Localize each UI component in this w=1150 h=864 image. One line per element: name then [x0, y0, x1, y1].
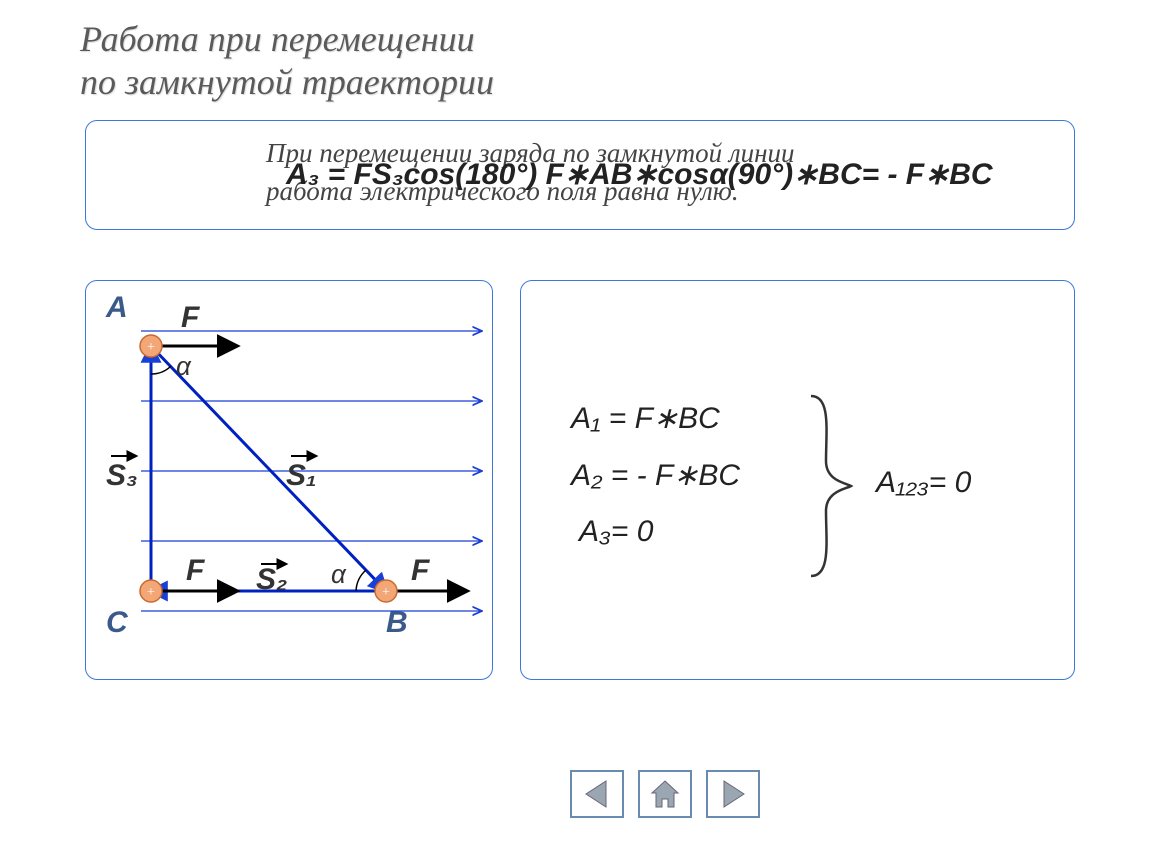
- equation-group: A₁ = F∗BC A₂ = - F∗BC A₃= 0: [571, 401, 740, 571]
- nav-button-group: [570, 770, 760, 818]
- alpha-label-2: α: [331, 559, 346, 590]
- force-label-1: F: [181, 301, 199, 335]
- home-button[interactable]: [638, 770, 692, 818]
- prev-button[interactable]: [570, 770, 624, 818]
- overlay-formula: A₃ = FS₃cos(180°) F∗AB∗cosα(90°)∗BC= - F…: [286, 157, 993, 192]
- curly-brace-icon: [801, 391, 861, 581]
- point-b-label: B: [386, 606, 408, 640]
- s1-label: S₁: [286, 459, 317, 493]
- point-c-label: C: [106, 606, 128, 640]
- triangle-left-icon: [580, 777, 614, 811]
- equations-panel: A₁ = F∗BC A₂ = - F∗BC A₃= 0 A₁₂₃= 0: [520, 280, 1075, 680]
- title-line-2: по замкнутой траектории: [80, 61, 494, 104]
- equation-a3: A₃= 0: [579, 515, 740, 549]
- force-label-2: F: [186, 554, 204, 588]
- svg-text:+: +: [382, 585, 390, 600]
- svg-text:+: +: [147, 340, 155, 355]
- alpha-label-1: α: [176, 351, 191, 382]
- point-a-label: A: [106, 291, 128, 325]
- equation-a2: A₂ = - F∗BC: [571, 458, 740, 493]
- equation-a1: A₁ = F∗BC: [571, 401, 740, 436]
- title-line-1: Работа при перемещении: [80, 18, 494, 61]
- slide-title: Работа при перемещении по замкнутой трае…: [80, 18, 494, 104]
- s3-label: S₃: [106, 459, 138, 493]
- force-label-3: F: [411, 554, 429, 588]
- equation-sum: A₁₂₃= 0: [876, 466, 971, 500]
- svg-text:+: +: [147, 585, 155, 600]
- home-icon: [648, 777, 682, 811]
- summary-panel: При перемещении заряда по замкнутой лини…: [85, 120, 1075, 230]
- triangle-right-icon: [716, 777, 750, 811]
- next-button[interactable]: [706, 770, 760, 818]
- s2-label: S₂: [256, 563, 287, 597]
- diagram-panel: + + + A B C F F F S₃ S₁ S₂ α α: [85, 280, 493, 680]
